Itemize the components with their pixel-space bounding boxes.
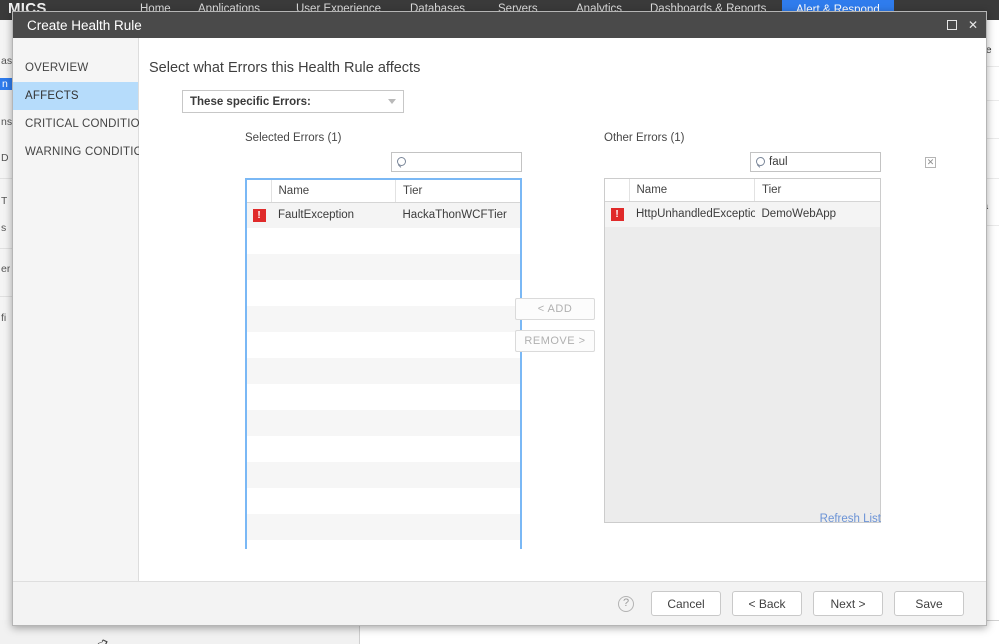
- clear-search-icon[interactable]: ✕: [925, 156, 936, 168]
- close-icon[interactable]: ✕: [968, 19, 978, 31]
- sidebar-item-label: WARNING CONDITION: [25, 146, 152, 158]
- sidebar-item-critical-condition[interactable]: CRITICAL CONDITION: [13, 110, 148, 138]
- scope-dropdown[interactable]: These specific Errors:: [182, 90, 404, 113]
- bg-left-fragment: ns: [1, 116, 13, 128]
- table-row-empty: [247, 384, 520, 410]
- transfer-button-group: < ADD REMOVE >: [515, 298, 595, 362]
- other-errors-searchbar: ✕: [604, 152, 936, 172]
- other-errors-grid[interactable]: Name Tier ! HttpUnhandledException : Fau…: [604, 178, 881, 523]
- column-header-tier[interactable]: Tier: [754, 179, 880, 202]
- table-row-empty: [247, 280, 520, 306]
- back-button[interactable]: < Back: [732, 591, 802, 616]
- scope-dropdown-value: These specific Errors:: [190, 95, 311, 108]
- cell-tier: HackaThonWCFTier: [402, 209, 507, 222]
- table-header-row: Name Tier: [247, 180, 520, 203]
- search-icon: [396, 156, 409, 169]
- page-title: Select what Errors this Health Rule affe…: [149, 60, 421, 76]
- bg-left-fragment: D: [1, 152, 9, 164]
- wizard-step-sidebar: OVERVIEW AFFECTS CRITICAL CONDITION WARN…: [13, 38, 151, 625]
- table-row-empty: [247, 306, 520, 332]
- cell-name: FaultException: [278, 209, 355, 222]
- sidebar-item-affects[interactable]: AFFECTS: [13, 82, 138, 110]
- search-icon: [755, 156, 768, 169]
- bg-left-fragment: er: [1, 263, 11, 275]
- column-header-severity[interactable]: [605, 179, 630, 202]
- help-icon[interactable]: ?: [618, 595, 634, 612]
- other-errors-label: Other Errors (1): [604, 132, 685, 144]
- severity-badge-cell: !: [605, 201, 629, 227]
- table-row-empty: [247, 228, 520, 254]
- table-row-empty: [247, 462, 520, 488]
- table-row-empty: [247, 514, 520, 540]
- sidebar-item-label: AFFECTS: [25, 90, 79, 102]
- cell-name: HttpUnhandledException : Fault: [636, 208, 755, 221]
- column-header-name[interactable]: Name: [271, 180, 396, 203]
- table-row-empty: [247, 488, 520, 514]
- bg-left-fragment: fi: [1, 312, 7, 324]
- column-header-tier[interactable]: Tier: [395, 180, 520, 203]
- sidebar-item-label: CRITICAL CONDITION: [25, 118, 149, 130]
- wizard-content-pane: Select what Errors this Health Rule affe…: [139, 38, 986, 625]
- refresh-list-link[interactable]: Refresh List: [820, 513, 881, 525]
- sidebar-item-label: OVERVIEW: [25, 62, 89, 74]
- remove-button[interactable]: REMOVE >: [515, 330, 595, 352]
- selected-errors-label: Selected Errors (1): [245, 132, 342, 144]
- severity-badge-cell: !: [247, 202, 271, 228]
- create-health-rule-dialog: Create Health Rule ✕ OVERVIEW AFFECTS CR…: [12, 11, 987, 626]
- table-row-empty: [247, 332, 520, 358]
- table-row-empty: [605, 227, 880, 253]
- table-row[interactable]: ! FaultException HackaThonWCFTier: [247, 202, 520, 228]
- selected-errors-panel: Selected Errors (1) Name Tier ! FaultExc…: [245, 132, 566, 566]
- other-errors-search[interactable]: ✕: [750, 152, 936, 172]
- cancel-button[interactable]: Cancel: [651, 591, 721, 616]
- search-input[interactable]: [768, 155, 925, 169]
- sidebar-item-warning-condition[interactable]: WARNING CONDITION: [13, 138, 151, 166]
- add-button[interactable]: < ADD: [515, 298, 595, 320]
- maximize-icon[interactable]: [946, 20, 957, 30]
- other-errors-panel: Other Errors (1) ✕: [604, 132, 936, 525]
- save-button[interactable]: Save: [894, 591, 964, 616]
- table-row[interactable]: ! HttpUnhandledException : Fault DemoWeb…: [605, 201, 880, 227]
- table-row-empty: [247, 540, 520, 566]
- bg-left-fragment: T: [1, 195, 8, 207]
- table-row-empty: [247, 410, 520, 436]
- column-header-severity[interactable]: [247, 180, 272, 203]
- table-row-empty: [247, 358, 520, 384]
- bg-left-fragment: s: [1, 222, 7, 234]
- bg-left-fragment: as: [1, 55, 13, 67]
- search-input[interactable]: [409, 155, 566, 169]
- dialog-title-bar: Create Health Rule ✕: [13, 12, 986, 38]
- selected-errors-grid[interactable]: Name Tier ! FaultException HackaThonWCFT…: [245, 178, 522, 566]
- selected-errors-searchbar: [245, 152, 566, 172]
- selected-errors-search[interactable]: [391, 152, 566, 172]
- dialog-title: Create Health Rule: [27, 17, 142, 33]
- column-header-name[interactable]: Name: [629, 179, 755, 202]
- chevron-down-icon: [388, 99, 396, 104]
- table-row-empty: [247, 254, 520, 280]
- cell-tier: DemoWebApp: [761, 208, 837, 221]
- dialog-footer: ? Cancel < Back Next > Save: [13, 581, 986, 625]
- error-severity-icon: !: [610, 207, 624, 221]
- sidebar-item-overview[interactable]: OVERVIEW: [13, 54, 138, 82]
- table-row-empty: [247, 436, 520, 462]
- next-button[interactable]: Next >: [813, 591, 883, 616]
- error-severity-icon: !: [252, 208, 266, 222]
- table-header-row: Name Tier: [605, 179, 880, 202]
